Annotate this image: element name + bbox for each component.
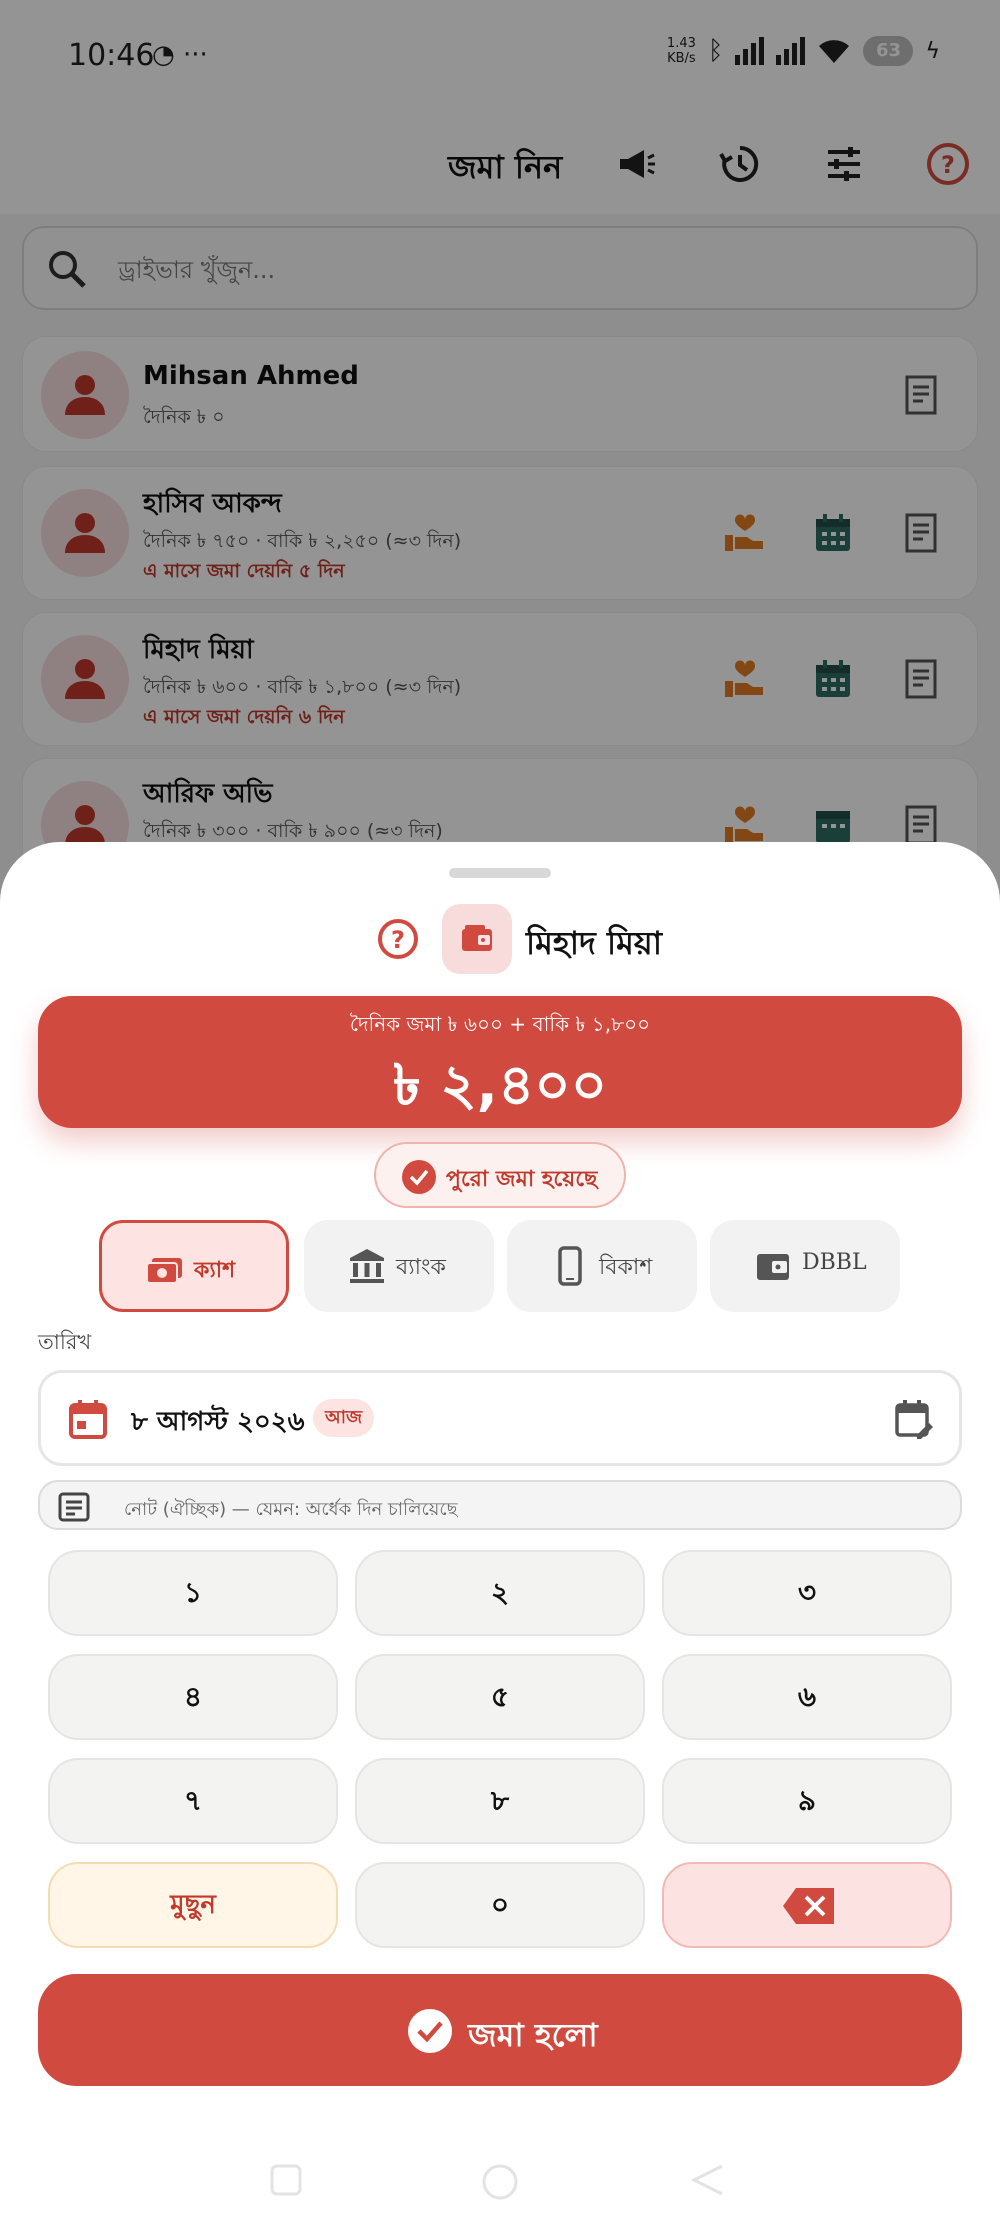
check-icon xyxy=(408,2009,452,2053)
home-icon[interactable] xyxy=(480,2162,520,2202)
amount-card: দৈনিক জমা ৳ ৬০০ + বাকি ৳ ১,৮০০ ৳ ২,৪০০ xyxy=(38,996,962,1128)
today-badge: আজ xyxy=(313,1399,375,1437)
edit-calendar-icon[interactable] xyxy=(893,1397,935,1441)
back-icon[interactable] xyxy=(690,2162,726,2198)
submit-button[interactable]: জমা হলো xyxy=(38,1974,962,2086)
note-placeholder: নোট (ঐচ্ছিক) — যেমন: অর্ধেক দিন চালিয়েছ… xyxy=(124,1499,458,1520)
key-8[interactable]: ৮ xyxy=(355,1758,645,1844)
clear-button[interactable]: মুছুন xyxy=(48,1862,338,1948)
amount-total: ৳ ২,৪০০ xyxy=(392,1053,608,1118)
amount-breakdown: দৈনিক জমা ৳ ৬০০ + বাকি ৳ ১,৮০০ xyxy=(349,1012,651,1036)
sheet-driver-name: মিহাদ মিয়া xyxy=(526,924,663,962)
drag-handle[interactable] xyxy=(449,868,551,878)
backspace-icon xyxy=(783,1888,834,1924)
svg-text:?: ? xyxy=(391,926,405,954)
method-label: ক্যাশ xyxy=(194,1258,236,1283)
method-cash-button[interactable]: ক্যাশ xyxy=(99,1220,289,1312)
full-paid-chip[interactable]: পুরো জমা হয়েছে xyxy=(374,1142,626,1208)
payment-bottom-sheet: ? মিহাদ মিয়া দৈনিক জমা ৳ ৬০০ + বাকি ৳ ১… xyxy=(0,842,1000,2225)
key-3[interactable]: ৩ xyxy=(662,1550,952,1636)
help-icon[interactable]: ? xyxy=(377,918,419,960)
bank-icon xyxy=(350,1249,384,1283)
wallet-icon xyxy=(442,904,512,974)
note-input[interactable]: নোট (ঐচ্ছিক) — যেমন: অর্ধেক দিন চালিয়েছ… xyxy=(38,1480,962,1530)
date-label: তারিখ xyxy=(38,1330,92,1354)
recent-apps-icon[interactable] xyxy=(268,2162,304,2198)
full-paid-label: পুরো জমা হয়েছে xyxy=(446,1167,598,1192)
note-icon xyxy=(58,1492,90,1522)
backspace-button[interactable] xyxy=(662,1862,952,1948)
date-field[interactable]: ৮ আগস্ট ২০২৬ আজ xyxy=(38,1370,962,1466)
sheet-header: ? মিহাদ মিয়া xyxy=(0,904,1000,976)
method-label: DBBL xyxy=(802,1250,867,1275)
method-label: ব্যাংক xyxy=(396,1255,446,1280)
calendar-icon xyxy=(69,1400,107,1439)
payment-methods: ক্যাশ ব্যাংক বিকাশ DBBL xyxy=(0,1220,1000,1312)
key-6[interactable]: ৬ xyxy=(662,1654,952,1740)
key-7[interactable]: ৭ xyxy=(48,1758,338,1844)
check-icon xyxy=(402,1160,436,1194)
key-9[interactable]: ৯ xyxy=(662,1758,952,1844)
method-bank-button[interactable]: ব্যাংক xyxy=(304,1220,494,1312)
system-nav-bar xyxy=(0,2142,1000,2225)
key-5[interactable]: ৫ xyxy=(355,1654,645,1740)
key-4[interactable]: ৪ xyxy=(48,1654,338,1740)
key-1[interactable]: ১ xyxy=(48,1550,338,1636)
method-label: বিকাশ xyxy=(599,1255,653,1280)
key-2[interactable]: ২ xyxy=(355,1550,645,1636)
method-dbbl-button[interactable]: DBBL xyxy=(710,1220,900,1312)
key-0[interactable]: ০ xyxy=(355,1862,645,1948)
wallet-icon xyxy=(757,1254,789,1280)
submit-label: জমা হলো xyxy=(468,2016,598,2054)
cash-icon xyxy=(146,1258,182,1284)
method-bkash-button[interactable]: বিকাশ xyxy=(507,1220,697,1312)
date-value: ৮ আগস্ট ২০২৬ xyxy=(131,1407,305,1437)
phone-icon xyxy=(558,1246,582,1286)
